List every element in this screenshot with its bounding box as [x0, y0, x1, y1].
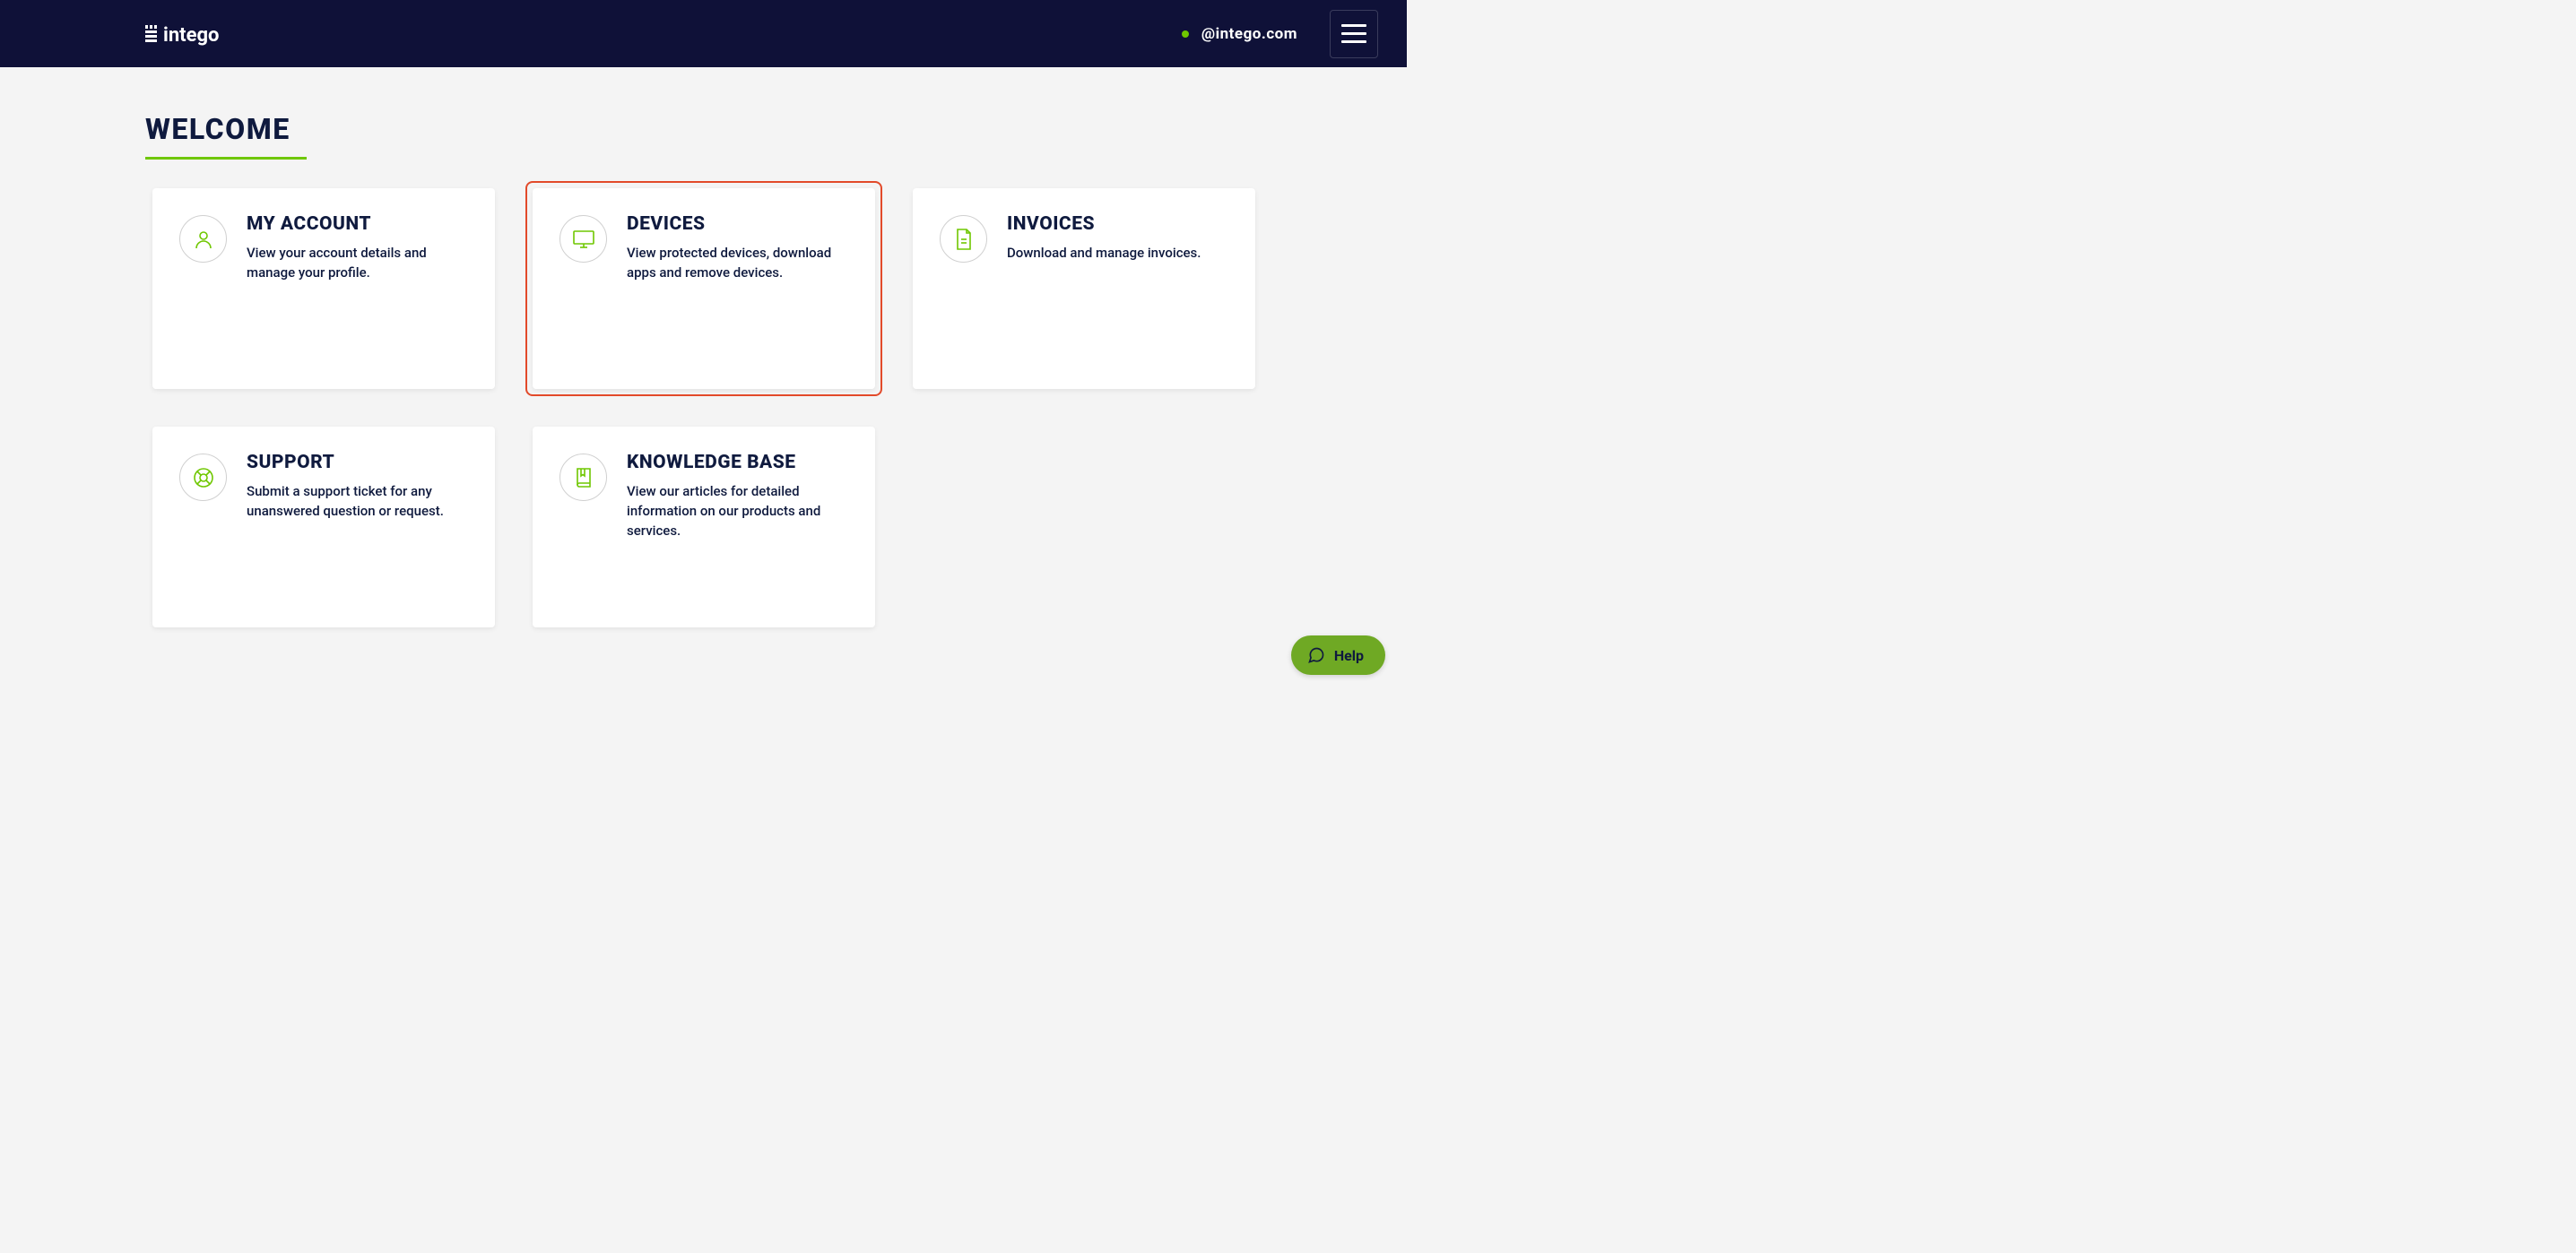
- brand-wordmark: intego: [163, 24, 219, 47]
- cards-grid: MY ACCOUNT View your account details and…: [145, 181, 1262, 635]
- card-wrap-my-account: MY ACCOUNT View your account details and…: [145, 181, 502, 396]
- status-online-dot: [1182, 30, 1189, 38]
- monitor-icon: [559, 215, 607, 263]
- page-title: WELCOME: [145, 112, 1262, 146]
- card-support[interactable]: SUPPORT Submit a support ticket for any …: [152, 427, 495, 627]
- card-desc: Submit a support ticket for any unanswer…: [247, 482, 468, 522]
- card-invoices[interactable]: INVOICES Download and manage invoices.: [913, 188, 1255, 389]
- card-knowledge-base[interactable]: KNOWLEDGE BASE View our articles for det…: [533, 427, 875, 627]
- card-wrap-knowledge-base: KNOWLEDGE BASE View our articles for det…: [525, 419, 882, 635]
- hamburger-bar: [1341, 24, 1366, 27]
- hamburger-bar: [1341, 32, 1366, 35]
- card-title: SUPPORT: [247, 452, 468, 473]
- title-underline: [145, 157, 307, 160]
- header-right: @intego.com: [1171, 4, 1378, 65]
- card-wrap-invoices: INVOICES Download and manage invoices.: [906, 181, 1262, 396]
- card-title: MY ACCOUNT: [247, 213, 468, 235]
- main-content: WELCOME MY ACCOUNT View your account det…: [0, 67, 1407, 635]
- card-desc: View our articles for detailed informati…: [627, 482, 848, 540]
- card-desc: Download and manage invoices.: [1007, 244, 1228, 264]
- document-icon: [940, 215, 987, 263]
- card-my-account[interactable]: MY ACCOUNT View your account details and…: [152, 188, 495, 389]
- card-title: DEVICES: [627, 213, 848, 235]
- card-desc: View protected devices, download apps an…: [627, 244, 848, 283]
- card-title: KNOWLEDGE BASE: [627, 452, 848, 473]
- help-button[interactable]: Help: [1291, 635, 1385, 675]
- chat-icon: [1307, 646, 1325, 664]
- card-wrap-support: SUPPORT Submit a support ticket for any …: [145, 419, 502, 635]
- card-desc: View your account details and manage you…: [247, 244, 468, 283]
- hamburger-menu-button[interactable]: [1330, 10, 1378, 58]
- user-email: @intego.com: [1201, 25, 1297, 43]
- book-icon: [559, 454, 607, 501]
- card-title: INVOICES: [1007, 213, 1228, 235]
- lifebuoy-icon: [179, 454, 227, 501]
- brand-logo[interactable]: intego: [145, 20, 244, 48]
- help-label: Help: [1334, 647, 1364, 664]
- user-menu[interactable]: @intego.com: [1171, 4, 1308, 65]
- person-icon: [179, 215, 227, 263]
- card-devices[interactable]: DEVICES View protected devices, download…: [533, 188, 875, 389]
- intego-logo-icon: intego: [145, 20, 244, 48]
- header-bar: intego @intego.com: [0, 0, 1407, 67]
- hamburger-bar: [1341, 40, 1366, 43]
- card-wrap-devices: DEVICES View protected devices, download…: [525, 181, 882, 396]
